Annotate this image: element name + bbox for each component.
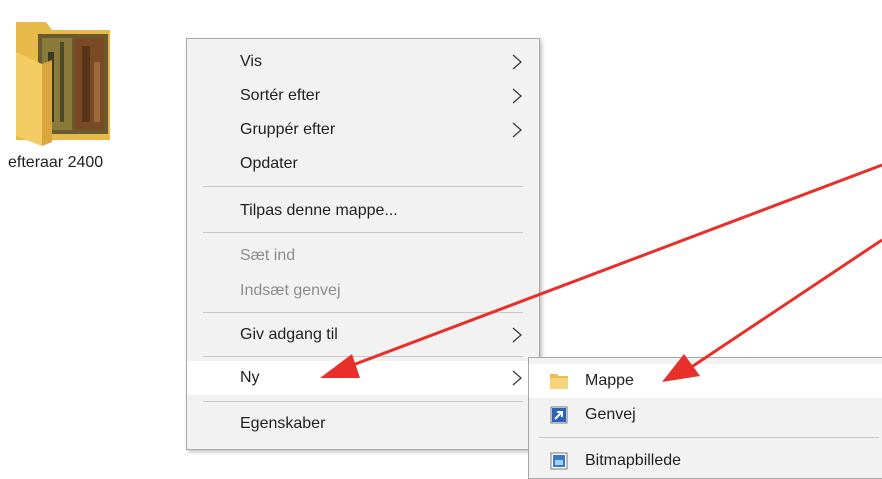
menu-separator: [203, 401, 523, 402]
desktop[interactable]: efteraar 2400 Vis Sortér efter Gruppér e…: [0, 0, 882, 479]
chevron-right-icon: [512, 122, 522, 138]
folder-label: efteraar 2400: [8, 154, 104, 171]
menu-item-label: Egenskaber: [240, 415, 326, 432]
submenu-item-label: Genvej: [585, 406, 636, 423]
shortcut-icon: [550, 406, 568, 424]
menu-item-customize-folder[interactable]: Tilpas denne mappe...: [187, 194, 539, 228]
menu-item-label: Gruppér efter: [240, 121, 336, 138]
context-menu: Vis Sortér efter Gruppér efter Opdater T…: [186, 38, 540, 450]
folder-thumbnail-icon: [16, 22, 110, 146]
menu-item-vis[interactable]: Vis: [187, 45, 539, 79]
menu-item-label: Opdater: [240, 155, 298, 172]
menu-item-paste: Sæt ind: [187, 239, 539, 273]
menu-separator: [203, 186, 523, 187]
chevron-right-icon: [512, 88, 522, 104]
submenu-item-bitmap[interactable]: Bitmapbillede: [529, 444, 882, 478]
menu-item-label: Sortér efter: [240, 87, 321, 104]
submenu-item-label: Bitmapbillede: [585, 452, 682, 469]
menu-separator: [203, 312, 523, 313]
menu-item-label: Sæt ind: [240, 247, 296, 264]
menu-item-label: Ny: [240, 369, 260, 386]
menu-separator: [203, 356, 523, 357]
submenu-item-shortcut[interactable]: Genvej: [529, 398, 882, 432]
menu-item-refresh[interactable]: Opdater: [187, 147, 539, 181]
menu-item-label: Giv adgang til: [240, 326, 338, 343]
menu-separator: [203, 232, 523, 233]
bitmap-icon: [550, 452, 568, 470]
submenu-item-label: Mappe: [585, 372, 634, 389]
menu-item-label: Tilpas denne mappe...: [240, 202, 398, 219]
menu-item-label: Vis: [240, 53, 262, 70]
chevron-right-icon: [512, 370, 522, 386]
menu-item-properties[interactable]: Egenskaber: [187, 407, 539, 441]
folder-icon: [550, 374, 568, 389]
submenu-item-folder[interactable]: Mappe: [529, 364, 882, 398]
menu-item-paste-shortcut: Indsæt genvej: [187, 274, 539, 308]
menu-item-group-by[interactable]: Gruppér efter: [187, 113, 539, 147]
menu-item-label: Indsæt genvej: [240, 282, 341, 299]
menu-item-give-access[interactable]: Giv adgang til: [187, 318, 539, 352]
new-submenu: Mappe Genvej Bitmapbillede: [528, 357, 882, 479]
menu-item-new[interactable]: Ny: [187, 361, 539, 395]
submenu-separator: [539, 437, 879, 438]
chevron-right-icon: [512, 54, 522, 70]
chevron-right-icon: [512, 327, 522, 343]
menu-item-sort-by[interactable]: Sortér efter: [187, 79, 539, 113]
desktop-folder-item[interactable]: efteraar 2400: [4, 4, 124, 174]
